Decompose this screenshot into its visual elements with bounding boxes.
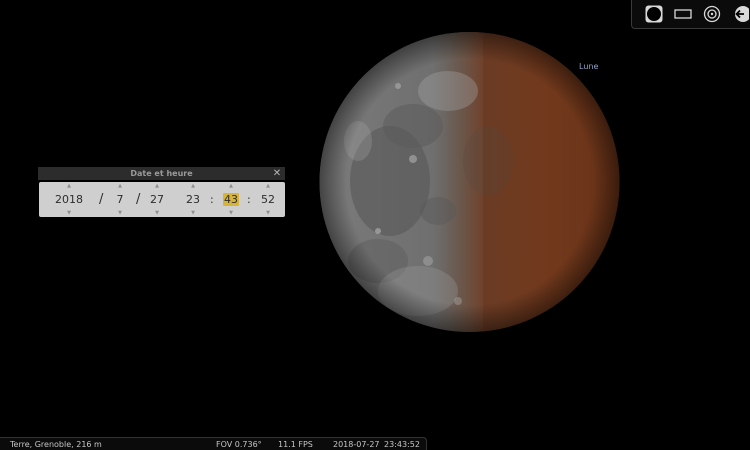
day-value[interactable]: 27	[145, 192, 169, 207]
year-value[interactable]: 2018	[49, 192, 89, 207]
fov-label: FOV 0.736°	[216, 440, 262, 449]
year-spinbox[interactable]: ▲ 2018 ▼	[49, 182, 89, 217]
time-separator: :	[210, 193, 214, 206]
month-decrement-icon[interactable]: ▼	[111, 211, 129, 216]
hour-value[interactable]: 23	[182, 192, 204, 207]
minute-decrement-icon[interactable]: ▼	[220, 211, 242, 216]
second-value[interactable]: 52	[257, 192, 279, 207]
sensor-frame-button[interactable]	[673, 3, 692, 25]
location-label[interactable]: Terre, Grenoble, 216 m	[10, 439, 102, 450]
minute-spinbox[interactable]: ▲ 43 ▼	[220, 182, 242, 217]
ocular-circle-button[interactable]	[644, 3, 663, 25]
year-increment-icon[interactable]: ▲	[49, 184, 89, 189]
day-increment-icon[interactable]: ▲	[145, 184, 169, 189]
telrad-button[interactable]	[702, 3, 721, 25]
time-fields: ▲ 23 ▼ : ▲ 43 ▼ : ▲ 52 ▼	[179, 182, 285, 217]
status-bar: Terre, Grenoble, 216 m FOV 0.736° 11.1 F…	[0, 437, 427, 450]
month-increment-icon[interactable]: ▲	[111, 184, 129, 189]
month-value[interactable]: 7	[111, 192, 129, 207]
minute-value-wrap[interactable]: 43	[220, 192, 242, 207]
date-label: 2018-07-27	[333, 440, 380, 449]
date-separator: /	[136, 192, 141, 207]
day-spinbox[interactable]: ▲ 27 ▼	[145, 182, 169, 217]
second-increment-icon[interactable]: ▲	[257, 184, 279, 189]
time-label: 23:43:52	[384, 440, 420, 449]
hour-spinbox[interactable]: ▲ 23 ▼	[182, 182, 204, 217]
moon-label[interactable]: Lune	[579, 62, 598, 71]
moon[interactable]	[318, 31, 621, 333]
minute-increment-icon[interactable]: ▲	[220, 184, 242, 189]
arrow-left-icon	[734, 6, 749, 22]
second-spinbox[interactable]: ▲ 52 ▼	[257, 182, 279, 217]
circle-filled-icon	[645, 5, 662, 23]
moon-disc	[319, 32, 620, 332]
time-separator: :	[247, 193, 251, 206]
minute-value[interactable]: 43	[223, 193, 239, 206]
rectangle-icon	[673, 9, 692, 19]
year-decrement-icon[interactable]: ▼	[49, 211, 89, 216]
hour-increment-icon[interactable]: ▲	[182, 184, 204, 189]
target-circles-icon	[703, 5, 720, 23]
back-button[interactable]	[731, 3, 750, 25]
date-separator: /	[99, 192, 104, 207]
day-decrement-icon[interactable]: ▼	[145, 211, 169, 216]
close-icon[interactable]: ✕	[272, 167, 282, 180]
window-title[interactable]: Date et heure	[38, 167, 285, 180]
view-toolbar	[631, 0, 750, 29]
month-spinbox[interactable]: ▲ 7 ▼	[111, 182, 129, 217]
hour-decrement-icon[interactable]: ▼	[182, 211, 204, 216]
fps-label: 11.1 FPS	[278, 440, 313, 449]
date-time-window: Date et heure ✕ ▲ 2018 ▼ / ▲ 7 ▼ / ▲ 27 …	[38, 167, 285, 217]
second-decrement-icon[interactable]: ▼	[257, 211, 279, 216]
